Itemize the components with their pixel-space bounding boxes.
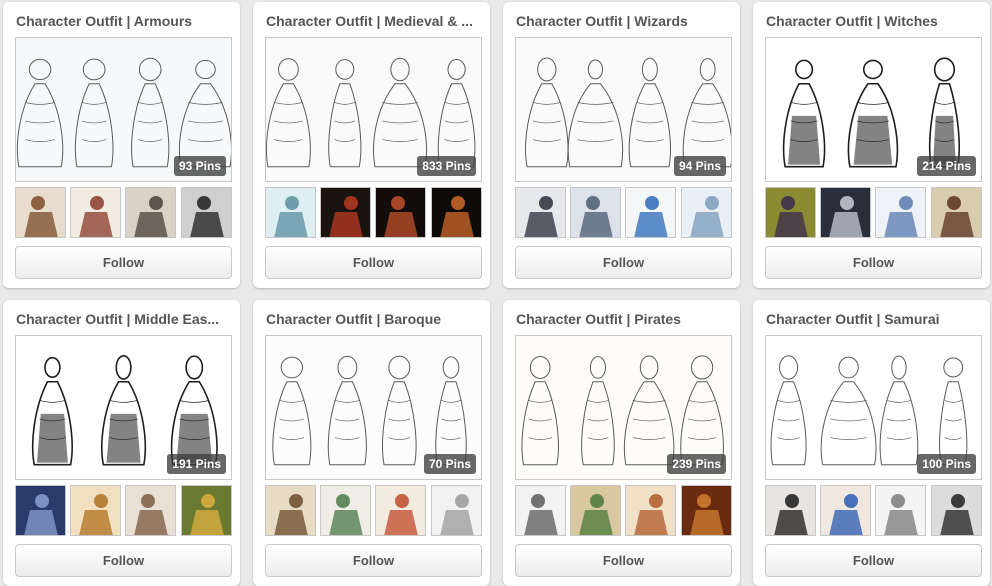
villagers-thumbnail[interactable]: [125, 485, 176, 536]
board-card[interactable]: Character Outfit | Armours 93 Pins Follow: [3, 2, 240, 288]
follow-button[interactable]: Follow: [15, 544, 232, 577]
board-card[interactable]: Character Outfit | Witches 214 Pins Follow: [753, 2, 990, 288]
pale-witch-thumbnail[interactable]: [875, 187, 926, 238]
thumbnail-strip: [765, 187, 982, 239]
pin-count-badge: 239 Pins: [667, 454, 726, 474]
thumbnail-strip: [515, 187, 732, 239]
blue-samurai-thumbnail[interactable]: [820, 485, 871, 536]
dark-wizard-thumbnail[interactable]: [515, 187, 566, 238]
pin-count-badge: 191 Pins: [167, 454, 226, 474]
board-card[interactable]: Character Outfit | Wizards 94 Pins Follow: [503, 2, 740, 288]
follow-button[interactable]: Follow: [15, 246, 232, 279]
follow-button[interactable]: Follow: [515, 246, 732, 279]
thumbnail-strip: [15, 187, 232, 239]
blue-staff-thumbnail[interactable]: [625, 187, 676, 238]
pin-count-badge: 70 Pins: [423, 454, 476, 474]
samurai-sketch-image[interactable]: 100 Pins: [765, 335, 982, 480]
pin-count-badge: 94 Pins: [673, 156, 726, 176]
blue-sketch-thumbnail[interactable]: [265, 187, 316, 238]
shadow-witch-thumbnail[interactable]: [820, 187, 871, 238]
thumbnail-strip: [765, 485, 982, 537]
board-title[interactable]: Character Outfit | Pirates: [516, 311, 730, 327]
dark-ronin-thumbnail[interactable]: [931, 485, 982, 536]
green-pirate-thumbnail[interactable]: [570, 485, 621, 536]
bearded-pirate-thumbnail[interactable]: [681, 485, 732, 536]
board-title[interactable]: Character Outfit | Medieval & ...: [266, 13, 480, 29]
red-jester-thumbnail[interactable]: [320, 187, 371, 238]
green-genie-thumbnail[interactable]: [181, 485, 232, 536]
ink-samurai-thumbnail[interactable]: [875, 485, 926, 536]
blue-hooded-thumbnail[interactable]: [15, 485, 66, 536]
dark-knight-thumbnail[interactable]: [181, 187, 232, 238]
board-title[interactable]: Character Outfit | Baroque: [266, 311, 480, 327]
witch-sketch-image[interactable]: 214 Pins: [765, 37, 982, 182]
grey-wizard-thumbnail[interactable]: [570, 187, 621, 238]
pin-count-badge: 833 Pins: [417, 156, 476, 176]
gown-sketch-thumbnail[interactable]: [431, 485, 482, 536]
board-title[interactable]: Character Outfit | Samurai: [766, 311, 980, 327]
pin-count-badge: 100 Pins: [917, 454, 976, 474]
armour-sketch-image[interactable]: 93 Pins: [15, 37, 232, 182]
baroque-sketch-image[interactable]: 70 Pins: [265, 335, 482, 480]
board-card[interactable]: Character Outfit | Medieval & ... 833 Pin…: [253, 2, 490, 288]
pirate-crew-thumbnail[interactable]: [625, 485, 676, 536]
red-samurai-thumbnail[interactable]: [765, 485, 816, 536]
board-grid: Character Outfit | Armours 93 Pins Follow C…: [0, 0, 992, 586]
board-card[interactable]: Character Outfit | Baroque 70 Pins Follow: [253, 300, 490, 586]
golden-warrior-thumbnail[interactable]: [70, 485, 121, 536]
board-card[interactable]: Character Outfit | Middle Eas... 191 Pins…: [3, 300, 240, 586]
colored-costumes-thumbnail[interactable]: [320, 485, 371, 536]
follow-button[interactable]: Follow: [765, 246, 982, 279]
follow-button[interactable]: Follow: [515, 544, 732, 577]
board-title[interactable]: Character Outfit | Armours: [16, 13, 230, 29]
follow-button[interactable]: Follow: [265, 246, 482, 279]
pirate-sketch-thumbnail[interactable]: [515, 485, 566, 536]
pin-count-badge: 214 Pins: [917, 156, 976, 176]
board-title[interactable]: Character Outfit | Middle Eas...: [16, 311, 230, 327]
thumbnail-strip: [265, 187, 482, 239]
wizard-sketch-image[interactable]: 94 Pins: [515, 37, 732, 182]
armour-sheet-thumbnail[interactable]: [70, 187, 121, 238]
portrait-sketch-thumbnail[interactable]: [265, 485, 316, 536]
thumbnail-strip: [15, 485, 232, 537]
board-card[interactable]: Character Outfit | Pirates 239 Pins Follow: [503, 300, 740, 586]
pirate-sketch-image[interactable]: 239 Pins: [515, 335, 732, 480]
orange-figure-thumbnail[interactable]: [431, 187, 482, 238]
board-card[interactable]: Character Outfit | Samurai 100 Pins Follow: [753, 300, 990, 586]
pin-count-badge: 93 Pins: [173, 156, 226, 176]
green-witch-thumbnail[interactable]: [765, 187, 816, 238]
board-title[interactable]: Character Outfit | Witches: [766, 13, 980, 29]
ice-wizard-thumbnail[interactable]: [681, 187, 732, 238]
thumbnail-strip: [515, 485, 732, 537]
broom-witch-thumbnail[interactable]: [931, 187, 982, 238]
red-noble-thumbnail[interactable]: [375, 187, 426, 238]
middle-east-sketch-image[interactable]: 191 Pins: [15, 335, 232, 480]
armoured-creature-thumbnail[interactable]: [125, 187, 176, 238]
follow-button[interactable]: Follow: [765, 544, 982, 577]
follow-button[interactable]: Follow: [265, 544, 482, 577]
warrior-thumbnail[interactable]: [15, 187, 66, 238]
board-title[interactable]: Character Outfit | Wizards: [516, 13, 730, 29]
thumbnail-strip: [265, 485, 482, 537]
noble-figures-thumbnail[interactable]: [375, 485, 426, 536]
medieval-sketch-image[interactable]: 833 Pins: [265, 37, 482, 182]
